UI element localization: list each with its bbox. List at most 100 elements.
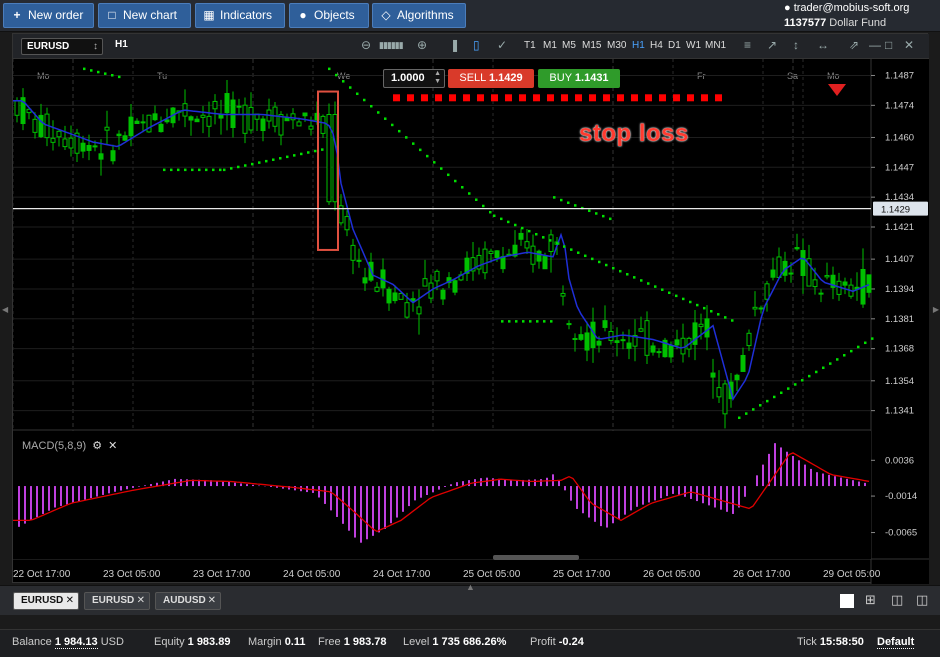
layout-grid-icon[interactable]: ⊞ (865, 593, 879, 608)
candle-body (158, 123, 164, 133)
crosshair-icon[interactable]: ≡ (744, 38, 751, 52)
account-info[interactable]: ● trader@mobius-soft.org 1137577 Dollar … (784, 1, 934, 31)
candle-body (584, 332, 590, 351)
horizontal-line-icon[interactable]: ↔ (817, 38, 829, 52)
sar-dot (258, 161, 261, 164)
tab-eurusd-1[interactable]: EURUSD ✕ (13, 592, 79, 610)
candle-body (224, 93, 230, 114)
candle-body (698, 323, 704, 328)
sar-dot (223, 168, 226, 172)
candle-body (308, 125, 314, 130)
algorithms-button[interactable]: ◇ Algorithms (372, 3, 466, 28)
tab-eurusd-2[interactable]: EURUSD ✕ (84, 592, 150, 610)
sar-dot (83, 67, 86, 71)
timeframe-label: H1 (115, 39, 128, 50)
minimize-icon[interactable]: — (869, 38, 881, 52)
close-tab-icon[interactable]: ✕ (208, 593, 216, 609)
timeframe-m30[interactable]: M30 (607, 40, 626, 51)
symbol-select[interactable]: EURUSD ↕ (21, 38, 103, 55)
new-order-button[interactable]: + New order (3, 3, 94, 28)
timeframe-d1[interactable]: D1 (668, 40, 681, 51)
candle-body (788, 272, 794, 275)
time-axis-label: 24 Oct 17:00 (373, 569, 431, 580)
chart-scrollbar[interactable] (493, 555, 579, 560)
zoom-slider[interactable]: ▮▮▮▮▮▮ (379, 40, 404, 51)
sar-dot (550, 320, 553, 323)
spinner-icon[interactable]: ▲ ▼ (434, 70, 441, 86)
chart-tabs-bar: ▲ EURUSD ✕ EURUSD ✕ AUDUSD ✕ ⊞ ◫ ◫ (0, 582, 940, 615)
candle-body (602, 320, 608, 328)
timeframe-h1[interactable]: H1 (632, 40, 645, 51)
tick-status: Tick 15:58:50 (797, 636, 864, 648)
sar-dot (766, 399, 769, 403)
sar-dot (426, 154, 429, 158)
collapse-arrow-icon[interactable]: ▲ (466, 582, 475, 592)
sar-dot (251, 162, 254, 166)
candle-body (620, 339, 626, 342)
candle-chart-type-icon[interactable]: ▯ (473, 38, 480, 52)
main-toolbar: + New order □ New chart ▦ Indicators ● Objec… (0, 0, 940, 32)
sar-dot (609, 217, 612, 221)
layout-single-icon[interactable] (840, 594, 854, 608)
sar-dot (405, 136, 408, 139)
sar-dot (191, 168, 194, 172)
objects-button[interactable]: ● Objects (289, 3, 369, 28)
candle-body (206, 115, 212, 127)
sar-dot (710, 309, 713, 313)
maximize-icon[interactable]: □ (885, 38, 892, 52)
stop-loss-marker (533, 94, 540, 102)
timeframe-w1[interactable]: W1 (686, 40, 701, 51)
right-panel-arrow-icon[interactable]: ▶ (933, 305, 939, 314)
draw-line-icon[interactable]: ↗ (767, 38, 777, 52)
close-tab-icon[interactable]: ✕ (66, 593, 74, 609)
sar-dot (738, 416, 741, 420)
left-panel-arrow-icon[interactable]: ◀ (2, 305, 8, 314)
vertical-line-icon[interactable]: ↕ (793, 38, 799, 52)
candle-body (302, 112, 308, 117)
timeframe-t1[interactable]: T1 (524, 40, 536, 51)
timeframe-m1[interactable]: M1 (543, 40, 557, 51)
line-chart-type-icon[interactable]: ✓ (497, 38, 507, 52)
close-tab-icon[interactable]: ✕ (137, 593, 145, 609)
tab-audusd[interactable]: AUDUSD ✕ (155, 592, 221, 610)
candle-body (524, 241, 530, 249)
sar-dot (468, 192, 471, 195)
sar-dot (536, 320, 539, 323)
zoom-out-icon[interactable]: ⊖ (361, 38, 371, 52)
close-window-icon[interactable]: ✕ (904, 38, 914, 52)
stop-loss-marker (687, 94, 694, 102)
stop-loss-marker (491, 94, 498, 102)
detach-window-icon[interactable]: ⇗ (849, 38, 859, 52)
price-tick-label: 1.1407 (885, 254, 914, 265)
timeframe-m15[interactable]: M15 (582, 40, 601, 51)
margin-status: Margin 0.11 (248, 636, 306, 648)
sar-dot (377, 111, 380, 114)
layout-rows-icon[interactable]: ◫ (916, 593, 930, 608)
zoom-in-icon[interactable]: ⊕ (417, 38, 427, 52)
candle-body (332, 114, 338, 203)
timeframe-mn1[interactable]: MN1 (705, 40, 726, 51)
sar-dot (857, 345, 860, 349)
candle-body (638, 328, 644, 332)
indicators-button[interactable]: ▦ Indicators (195, 3, 285, 28)
timeframe-h4[interactable]: H4 (650, 40, 663, 51)
quantity-input[interactable]: 1.0000 ▲ ▼ (383, 69, 445, 88)
sar-dot (419, 148, 422, 152)
price-chart[interactable]: MoTuWeThFrSaMo1.14871.14741.14601.14471.… (13, 59, 929, 584)
buy-button[interactable]: BUY 1.1431 (538, 69, 620, 88)
layout-columns-icon[interactable]: ◫ (891, 593, 905, 608)
sell-button[interactable]: SELL 1.1429 (448, 69, 534, 88)
candle-body (626, 342, 632, 349)
bar-chart-type-icon[interactable]: ❚ (450, 38, 460, 52)
candle-body (122, 135, 128, 141)
time-axis-label: 23 Oct 05:00 (103, 569, 161, 580)
new-chart-button[interactable]: □ New chart (98, 3, 191, 28)
default-profile-link[interactable]: Default (877, 636, 915, 649)
timeframe-m5[interactable]: M5 (562, 40, 576, 51)
day-label: Sa (787, 71, 798, 81)
sar-dot (612, 266, 615, 270)
time-axis-label: 25 Oct 05:00 (463, 569, 521, 580)
day-label: Fr (697, 71, 706, 81)
gear-icon[interactable]: ⚙ (92, 440, 102, 452)
close-icon[interactable]: ✕ (108, 440, 117, 452)
